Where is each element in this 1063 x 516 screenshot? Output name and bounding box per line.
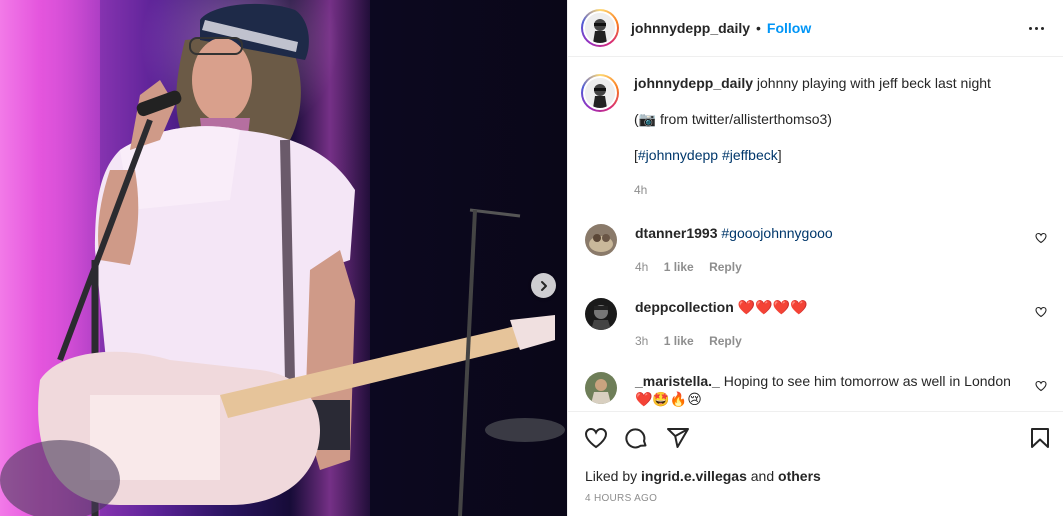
comment-like-icon[interactable] [1035, 306, 1047, 318]
comment-likes[interactable]: 1 like [664, 334, 694, 348]
avatar-image [585, 224, 617, 256]
liked-by-prefix: Liked by [585, 468, 642, 484]
comment-reply-button[interactable]: Reply [709, 334, 742, 348]
comment-text: ❤️❤️❤️❤️ [737, 299, 808, 315]
caption-hashtags[interactable]: #johnnydepp #jeffbeck [638, 147, 778, 163]
next-photo-button[interactable] [531, 273, 556, 298]
header-separator: • [756, 20, 761, 36]
comment-username[interactable]: deppcollection [635, 299, 734, 315]
comment-text: Hoping to see him tomorrow as well in Lo… [723, 373, 1011, 389]
liked-by-and: and [746, 468, 779, 484]
avatar-image [585, 372, 617, 404]
comment-item: _maristella._ Hoping to see him tomorrow… [585, 372, 1047, 408]
comment-reply-button[interactable]: Reply [709, 260, 742, 274]
comment-username[interactable]: _maristella._ [635, 373, 720, 389]
liked-by: Liked by ingrid.e.villegas and others [585, 468, 821, 484]
avatar-image [585, 13, 615, 43]
comment-icon[interactable] [625, 426, 649, 450]
camera-emoji: 📷 [638, 111, 657, 127]
caption-timestamp[interactable]: 4h [634, 181, 991, 199]
comment-username[interactable]: dtanner1993 [635, 225, 717, 241]
author-avatar[interactable] [581, 9, 619, 47]
bookmark-icon[interactable] [1028, 426, 1052, 450]
commenter-avatar[interactable] [585, 372, 617, 404]
commenter-avatar[interactable] [585, 224, 617, 256]
post-header: johnnydepp_daily • Follow [568, 0, 1063, 57]
caption-username[interactable]: johnnydepp_daily [634, 75, 753, 91]
share-icon[interactable] [666, 426, 690, 450]
post-side-panel: johnnydepp_daily • Follow johnnydepp_dai… [567, 0, 1063, 516]
caption-bracket-close: ] [777, 147, 782, 163]
comment-time[interactable]: 3h [635, 334, 648, 348]
comment-like-icon[interactable] [1035, 380, 1047, 392]
comment-like-icon[interactable] [1035, 232, 1047, 244]
action-bar [584, 426, 1052, 452]
follow-button[interactable]: Follow [767, 20, 811, 36]
post-caption: johnnydepp_daily johnny playing with jef… [581, 74, 1051, 199]
post-footer: Liked by ingrid.e.villegas and others 4 … [568, 411, 1063, 516]
avatar-image [585, 298, 617, 330]
post-photo[interactable] [0, 0, 567, 516]
comment-text-emoji: ❤️🤩🔥😢 [635, 391, 702, 407]
chevron-right-icon [540, 280, 547, 291]
comment-text[interactable]: #gooojohnnygooo [721, 225, 832, 241]
liked-by-others[interactable]: others [778, 468, 821, 484]
comment-likes[interactable]: 1 like [664, 260, 694, 274]
performer-illustration [0, 3, 565, 516]
caption-text: johnny playing with jeff beck last night [756, 75, 991, 91]
post-timestamp[interactable]: 4 HOURS AGO [585, 493, 657, 504]
caption-credit: from twitter/allisterthomso3) [656, 111, 832, 127]
comments-section[interactable]: johnnydepp_daily johnny playing with jef… [568, 58, 1063, 411]
comment-item: dtanner1993 #gooojohnnygooo 4h 1 like Re… [585, 224, 1047, 276]
author-username[interactable]: johnnydepp_daily [631, 20, 750, 36]
comment-time[interactable]: 4h [635, 260, 648, 274]
commenter-avatar[interactable] [585, 298, 617, 330]
more-options-icon[interactable] [1023, 21, 1050, 36]
heart-icon[interactable] [584, 426, 608, 450]
liked-by-user[interactable]: ingrid.e.villegas [641, 468, 747, 484]
comment-item: deppcollection ❤️❤️❤️❤️ 3h 1 like Reply [585, 298, 1047, 350]
avatar-image [585, 78, 615, 108]
caption-avatar[interactable] [581, 74, 619, 112]
